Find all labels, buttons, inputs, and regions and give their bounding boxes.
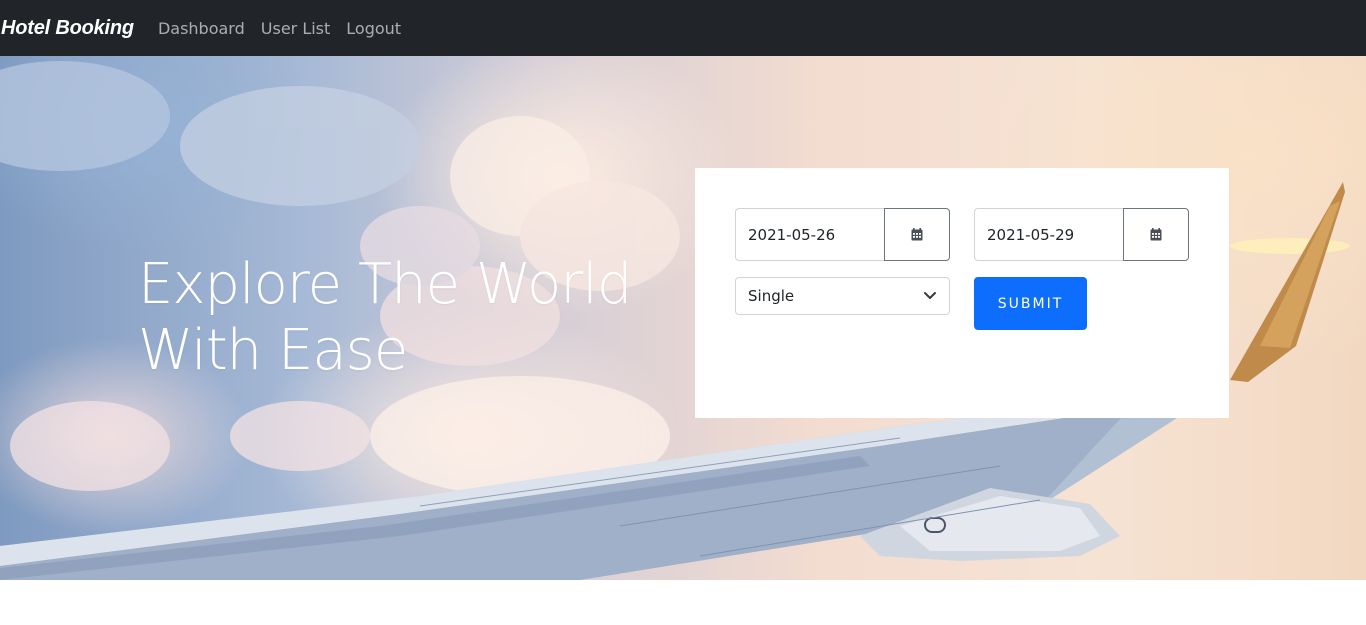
hero-banner: Explore The World With Ease 2021-05-26 2… [0,56,1366,580]
calendar-icon [1150,228,1162,241]
chevron-down-icon [924,292,936,299]
checkin-date-group: 2021-05-26 [735,208,950,261]
calendar-icon [911,228,923,241]
room-type-select[interactable]: Single [735,277,950,315]
brand-logo[interactable]: Hotel Booking [1,17,134,40]
room-type-value: Single [748,287,795,305]
nav-link-logout[interactable]: Logout [346,19,401,38]
checkout-calendar-button[interactable] [1123,208,1189,261]
booking-form-card: 2021-05-26 2021-05-29 Single SUBMIT [695,168,1229,418]
checkout-date-group: 2021-05-29 [974,208,1189,261]
navbar: Hotel Booking Dashboard User List Logout [0,0,1366,56]
nav-link-user-list[interactable]: User List [261,19,331,38]
nav-link-dashboard[interactable]: Dashboard [158,19,245,38]
hero-title-line-2: With Ease [138,318,408,383]
hero-title: Explore The World With Ease [138,252,658,384]
submit-button[interactable]: SUBMIT [974,277,1087,330]
checkout-date-input[interactable]: 2021-05-29 [974,208,1123,261]
checkin-date-input[interactable]: 2021-05-26 [735,208,884,261]
checkin-calendar-button[interactable] [884,208,950,261]
hero-title-line-1: Explore The World [138,252,632,317]
